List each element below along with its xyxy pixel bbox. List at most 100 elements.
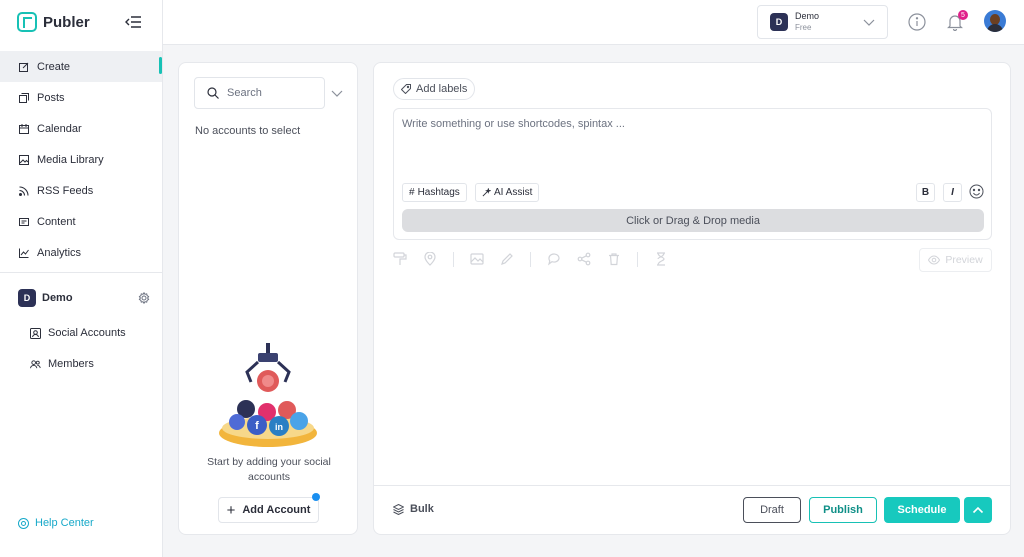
emoji-icon[interactable] — [969, 184, 984, 199]
accounts-panel: Search No accounts to select f in Start … — [178, 62, 358, 535]
sidebar-item-create[interactable]: Create — [0, 51, 162, 82]
hourglass-icon[interactable] — [654, 252, 668, 266]
calendar-icon — [19, 123, 29, 134]
chevron-up-icon — [972, 506, 984, 514]
account-box-icon — [30, 327, 41, 339]
no-accounts-text: No accounts to select — [195, 125, 301, 137]
notification-dot — [312, 493, 320, 501]
collapse-sidebar-icon[interactable] — [124, 14, 142, 30]
ai-assist-button[interactable]: AI Assist — [475, 183, 540, 202]
start-adding-text: Start by adding your social accounts — [207, 456, 331, 483]
sidebar-item-label: Posts — [37, 91, 65, 104]
chevron-down-icon — [863, 19, 875, 26]
add-labels-label: Add labels — [416, 83, 468, 95]
pencil-icon[interactable] — [500, 252, 514, 266]
sidebar-item-media-library[interactable]: Media Library — [0, 144, 162, 175]
posts-icon — [19, 92, 29, 103]
sidebar-sub-label: Members — [48, 358, 94, 370]
analytics-icon — [19, 248, 29, 258]
sidebar-item-label: RSS Feeds — [37, 184, 94, 197]
toolbar-separator — [530, 251, 531, 267]
hash-icon: # — [409, 187, 415, 198]
members-icon — [30, 359, 41, 368]
schedule-options-button[interactable] — [964, 497, 992, 523]
edit-icon — [19, 62, 29, 72]
gear-icon[interactable] — [138, 292, 150, 304]
info-icon[interactable] — [908, 13, 926, 31]
sidebar-item-members[interactable]: Members — [30, 358, 94, 370]
bulk-label: Bulk — [410, 503, 434, 515]
post-editor: Add labels Write something or use shortc… — [373, 62, 1011, 535]
preview-button[interactable]: Preview — [919, 248, 992, 272]
help-center-link[interactable]: Help Center — [18, 517, 94, 529]
plus-icon: + — [226, 501, 236, 519]
bulk-button[interactable]: Bulk — [393, 503, 434, 515]
help-center-label: Help Center — [35, 517, 94, 529]
sidebar-item-social-accounts[interactable]: Social Accounts — [30, 327, 126, 339]
layers-icon — [393, 503, 404, 515]
sidebar-divider — [0, 272, 162, 273]
account-search-input[interactable]: Search — [194, 77, 325, 109]
preview-label: Preview — [945, 254, 983, 266]
add-account-button[interactable]: + Add Account — [218, 497, 319, 523]
search-placeholder: Search — [227, 87, 262, 99]
trash-icon[interactable] — [607, 252, 621, 266]
workspace-switcher-text: Demo Free — [795, 11, 856, 33]
sidebar-nav: Create Posts Calendar Media Library RSS … — [0, 51, 162, 268]
sidebar: Publer Create Posts Calendar Media Libra… — [0, 0, 163, 557]
rss-icon — [19, 185, 29, 196]
sidebar-item-label: Analytics — [37, 246, 82, 259]
share-icon[interactable] — [577, 252, 591, 266]
sidebar-item-calendar[interactable]: Calendar — [0, 113, 162, 144]
search-icon — [207, 87, 219, 99]
workspace-avatar: D — [18, 289, 36, 307]
hashtags-label: Hashtags — [417, 187, 460, 198]
ai-wand-icon — [482, 188, 491, 197]
schedule-button[interactable]: Schedule — [884, 497, 960, 523]
chevron-down-icon[interactable] — [331, 87, 343, 99]
sidebar-item-label: Content — [37, 215, 76, 228]
notification-badge: 5 — [958, 10, 968, 20]
editor-toolbar — [393, 249, 684, 269]
publish-button[interactable]: Publish — [809, 497, 877, 523]
sidebar-item-posts[interactable]: Posts — [0, 82, 162, 113]
publer-logo-icon — [17, 12, 37, 32]
sidebar-sub-label: Social Accounts — [48, 327, 126, 339]
image-icon[interactable] — [470, 252, 484, 266]
workspace-header: D Demo — [18, 289, 150, 307]
editor-footer-divider — [374, 485, 1010, 486]
draft-button[interactable]: Draft — [743, 497, 801, 523]
workspace-switcher[interactable]: D Demo Free — [757, 5, 888, 39]
brand-name: Publer — [43, 13, 90, 31]
image-icon — [19, 154, 29, 165]
add-account-label: Add Account — [242, 504, 311, 516]
compose-box[interactable]: Write something or use shortcodes, spint… — [393, 108, 992, 240]
hashtags-button[interactable]: # Hashtags — [402, 183, 467, 202]
toolbar-separator — [637, 251, 638, 267]
user-avatar[interactable] — [984, 10, 1006, 32]
location-pin-icon[interactable] — [423, 252, 437, 266]
svg-text:f: f — [255, 420, 259, 432]
sidebar-item-content[interactable]: Content — [0, 206, 162, 237]
eye-icon — [928, 255, 941, 265]
compose-placeholder: Write something or use shortcodes, spint… — [402, 118, 625, 130]
workspace-name: Demo — [42, 292, 73, 304]
tag-icon — [401, 84, 411, 94]
logo[interactable]: Publer — [17, 12, 90, 32]
workspace-switcher-name: Demo — [795, 11, 820, 21]
workspace-plan: Free — [795, 23, 812, 32]
sidebar-item-analytics[interactable]: Analytics — [0, 237, 162, 268]
paint-roller-icon[interactable] — [393, 252, 407, 266]
sidebar-item-rss-feeds[interactable]: RSS Feeds — [0, 175, 162, 206]
avatar-body — [987, 24, 1003, 32]
sidebar-item-label: Create — [37, 60, 71, 73]
italic-button[interactable]: I — [943, 183, 962, 202]
toolbar-separator — [453, 251, 454, 267]
comment-icon[interactable] — [547, 252, 561, 266]
bold-button[interactable]: B — [916, 183, 935, 202]
content-icon — [19, 217, 29, 226]
add-labels-button[interactable]: Add labels — [393, 78, 476, 100]
media-dropzone[interactable]: Click or Drag & Drop media — [402, 209, 984, 232]
svg-text:in: in — [275, 422, 283, 432]
sidebar-item-label: Calendar — [37, 122, 82, 135]
